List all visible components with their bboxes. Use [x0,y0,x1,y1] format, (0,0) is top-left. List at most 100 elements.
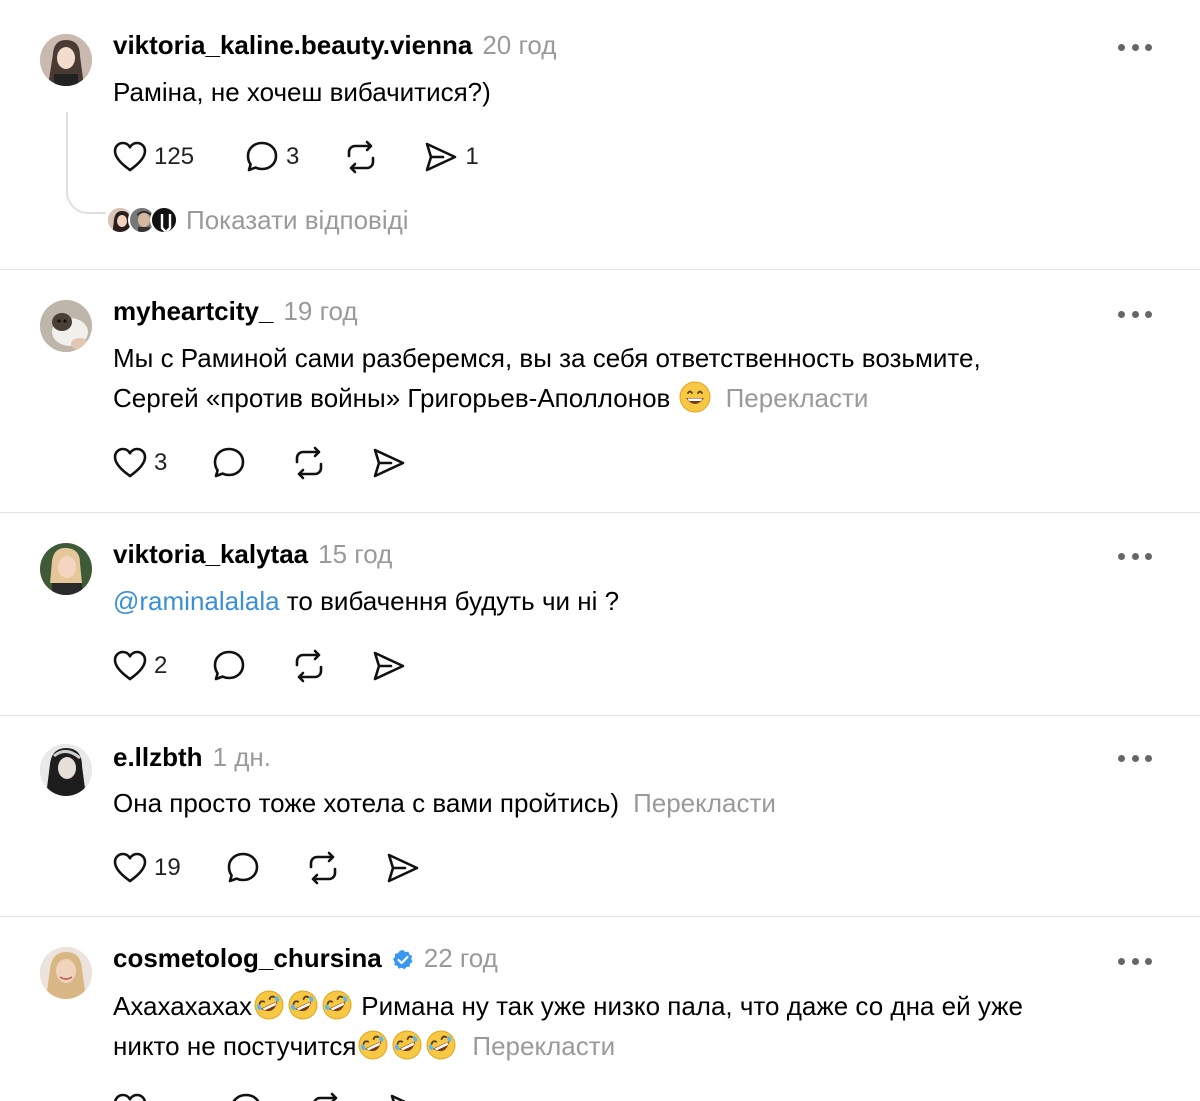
comment-text-line: никто не постучится Перекласти [113,1026,1153,1066]
like-button[interactable]: 3 [112,443,167,483]
post-header: e.llzbth 1 дн. [113,742,271,776]
rofl-emoji [425,1029,457,1061]
comment-text: Раміна, не хочеш вибачитися?) [113,72,1153,112]
timestamp: 20 год [482,30,557,60]
comment-button[interactable] [228,1089,264,1101]
comment-post: viktoria_kalytaa 15 год @raminalalala то… [0,513,1200,716]
share-button[interactable] [371,443,407,483]
avatar[interactable] [40,947,92,999]
more-icon[interactable] [1118,41,1152,53]
mention-link[interactable]: @raminalalala [113,586,280,616]
translate-link[interactable]: Перекласти [633,788,776,818]
comment-button[interactable]: 3 [244,137,299,177]
username[interactable]: e.llzbth [113,742,203,773]
repost-button[interactable] [343,137,379,177]
thread-connector [66,112,106,214]
like-button[interactable] [112,1089,148,1101]
share-icon [371,648,407,684]
comment-post: viktoria_kaline.beauty.vienna 20 год Рам… [0,0,1200,270]
username[interactable]: viktoria_kalytaa [113,539,308,570]
username[interactable]: viktoria_kaline.beauty.vienna [113,30,472,61]
comment-post: myheartcity_ 19 год Мы с Раминой сами ра… [0,270,1200,513]
share-icon [385,850,421,886]
heart-icon [112,139,148,175]
post-header: myheartcity_ 19 год [113,296,358,330]
rofl-emoji [321,989,353,1021]
reply-avatar [150,206,178,234]
repost-icon [291,648,327,684]
comment-text-content: то вибачення будуть чи ні ? [279,586,620,616]
repost-button[interactable] [308,1089,344,1101]
more-icon[interactable] [1118,955,1152,967]
share-icon [423,139,459,175]
share-button[interactable] [385,848,421,888]
share-button[interactable] [371,646,407,686]
repost-icon [343,139,379,175]
translate-link[interactable]: Перекласти [472,1031,615,1061]
repost-icon [305,850,341,886]
comment-icon [225,850,261,886]
post-header: cosmetolog_chursina 22 год [113,943,498,977]
more-icon[interactable] [1118,550,1152,562]
rofl-emoji [357,1029,389,1061]
avatar[interactable] [40,34,92,86]
avatar[interactable] [40,300,92,352]
share-button[interactable] [388,1089,424,1101]
timestamp: 22 год [423,943,498,973]
translate-link[interactable]: Перекласти [726,383,869,413]
like-button[interactable]: 125 [112,137,194,177]
timestamp: 15 год [318,539,393,569]
action-bar: 3 [112,443,407,483]
heart-icon [112,1091,148,1101]
like-button[interactable]: 2 [112,646,167,686]
comment-text-line: Сергей «против войны» Григорьев-Аполлоно… [113,378,1153,418]
comment-text: @raminalalala то вибачення будуть чи ні … [113,581,1153,621]
rofl-emoji [391,1029,423,1061]
show-replies-button[interactable]: Показати відповіді [106,202,409,238]
post-header: viktoria_kaline.beauty.vienna 20 год [113,30,556,64]
timestamp: 1 дн. [212,742,271,772]
comment-button[interactable] [211,646,247,686]
like-count: 3 [154,449,168,476]
comment-button[interactable] [225,848,261,888]
comment-text-content: Сергей «против войны» Григорьев-Аполлоно… [113,383,671,413]
comment-text-line: Мы с Раминой сами разберемся, вы за себя… [113,343,981,373]
comment-text-content: Она просто тоже хотела с вами пройтись) [113,788,620,818]
repost-button[interactable] [291,646,327,686]
avatar[interactable] [40,543,92,595]
like-count: 2 [154,652,168,679]
comment-text: Она просто тоже хотела с вами пройтись) П… [113,783,1153,823]
avatar[interactable] [40,744,92,796]
like-count: 125 [154,143,195,170]
show-replies-label: Показати відповіді [186,204,409,235]
comment-text: Мы с Раминой сами разберемся, вы за себя… [113,338,1153,418]
comment-icon [228,1091,264,1101]
comment-button[interactable] [211,443,247,483]
more-icon[interactable] [1118,752,1152,764]
comments-feed: viktoria_kaline.beauty.vienna 20 год Рам… [0,0,1200,1101]
like-button[interactable]: 19 [112,848,181,888]
repost-button[interactable] [291,443,327,483]
repost-icon [308,1091,344,1101]
share-button[interactable]: 1 [423,137,479,177]
like-count: 19 [154,854,181,881]
repost-icon [291,445,327,481]
comment-text: Ахахахахах Римана ну так уже низко пала,… [113,986,1153,1066]
action-bar: 19 [112,848,421,888]
comment-text-line: Ахахахахах Римана ну так уже низко пала,… [113,986,1153,1026]
repost-button[interactable] [305,848,341,888]
username[interactable]: myheartcity_ [113,296,273,327]
more-icon[interactable] [1118,308,1152,320]
comment-post: e.llzbth 1 дн. Она просто тоже хотела с … [0,716,1200,917]
rofl-emoji [253,989,285,1021]
comment-count: 3 [286,143,300,170]
comment-icon [244,139,280,175]
action-bar [112,1089,424,1101]
share-count: 1 [465,143,479,170]
heart-icon [112,445,148,481]
timestamp: 19 год [283,296,358,326]
username[interactable]: cosmetolog_chursina [113,943,382,974]
action-bar: 125 3 1 [112,137,479,177]
share-icon [388,1091,424,1101]
comment-text-content: никто не постучится [113,1031,357,1061]
